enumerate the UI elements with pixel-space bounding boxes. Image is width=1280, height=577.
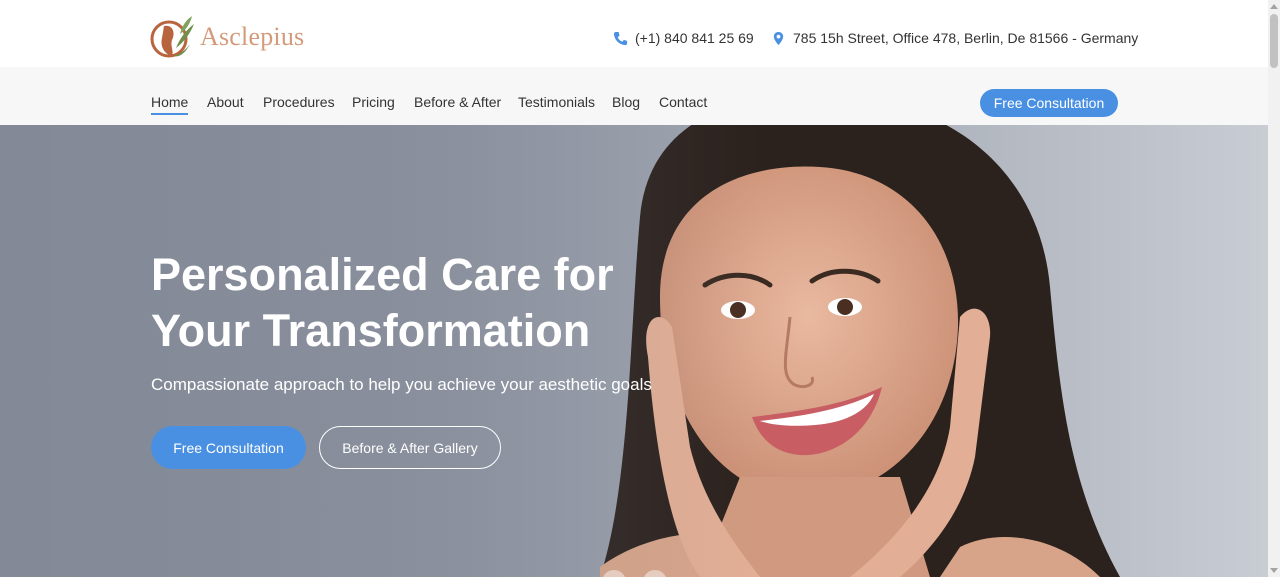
address-text: 785 15h Street, Office 478, Berlin, De 8… [793,30,1139,46]
nav-item-testimonials[interactable]: Testimonials [518,94,595,110]
brand-name: Asclepius [200,22,305,51]
scroll-down-arrow-icon[interactable] [1270,568,1278,573]
hero-subtitle: Compassionate approach to help you achie… [151,375,652,394]
phone-number: (+1) 840 841 25 69 [635,30,754,46]
hero-title-line-1: Personalized Care for [151,249,614,300]
nav-item-contact[interactable]: Contact [659,94,707,110]
nav-item-pricing[interactable]: Pricing [352,94,395,110]
hero-title-line-2: Your Transformation [151,305,591,356]
map-pin-icon [773,31,784,45]
brand-logo[interactable]: Asclepius [150,12,304,62]
address-contact[interactable]: 785 15h Street, Office 478, Berlin, De 8… [771,30,1138,46]
top-header: Asclepius (+1) 840 841 25 69 785 15h Str… [0,0,1268,67]
main-nav: Home About Procedures Pricing Before & A… [0,67,1268,125]
hero-free-consultation-button[interactable]: Free Consultation [151,426,306,469]
nav-item-procedures[interactable]: Procedures [263,94,335,110]
nav-free-consultation-button[interactable]: Free Consultation [980,89,1118,117]
nav-item-home[interactable]: Home [151,94,189,115]
nav-item-before-after[interactable]: Before & After [414,94,501,110]
nav-item-about[interactable]: About [207,94,244,110]
nav-item-blog[interactable]: Blog [612,94,640,110]
hero-banner: Personalized Care for Your Transformatio… [0,125,1268,577]
leaf-head-logo-icon [150,16,194,58]
hero-title: Personalized Care for Your Transformatio… [151,247,614,359]
before-after-gallery-button[interactable]: Before & After Gallery [319,426,501,469]
scrollbar-thumb[interactable] [1270,14,1278,68]
page-scrollbar[interactable] [1268,0,1280,577]
scroll-up-arrow-icon[interactable] [1270,4,1278,9]
phone-contact[interactable]: (+1) 840 841 25 69 [613,30,754,46]
phone-icon [613,31,628,45]
